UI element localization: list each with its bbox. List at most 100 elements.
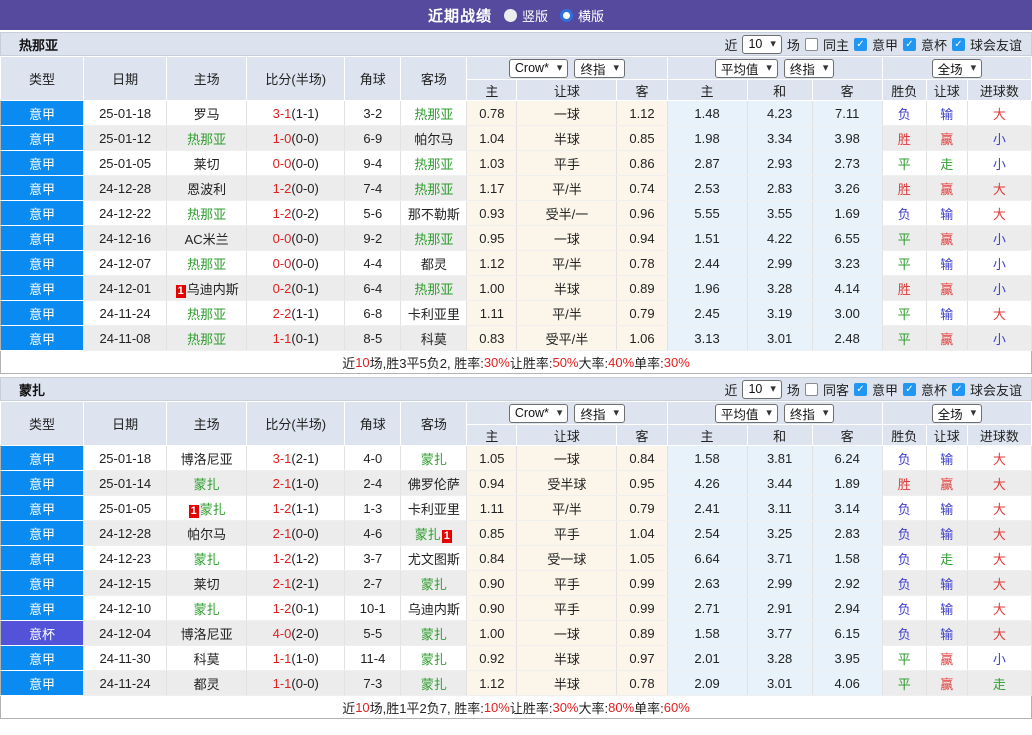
result-cell: 负 xyxy=(882,200,927,226)
halftime-score: (1-1) xyxy=(291,305,319,321)
final-odds-select[interactable]: 终指 ▾ xyxy=(783,58,835,78)
summary-text: 单率: xyxy=(634,700,664,716)
recent-label: 近 xyxy=(724,37,738,53)
away-team-cell: 蒙扎 1 xyxy=(400,520,468,546)
home-odds-cell: 1.17 xyxy=(466,175,518,201)
filter-checkbox-2[interactable]: ✓ xyxy=(951,382,965,396)
summary-text: 近 xyxy=(342,355,356,371)
away-odds-cell: 0.96 xyxy=(616,200,668,226)
type-cell: 意甲 xyxy=(0,645,85,671)
away-team-cell: 蒙扎 xyxy=(400,445,468,471)
same-venue-checkbox[interactable] xyxy=(804,382,818,396)
home-team-name: 热那亚 xyxy=(187,306,227,322)
fulltime-select[interactable]: 全场 ▾ xyxy=(931,403,983,423)
avg-home-cell: 2.01 xyxy=(667,645,748,671)
recent-count-select[interactable]: 10 ▾ xyxy=(742,34,782,54)
handicap-result-cell: 赢 xyxy=(926,175,968,201)
score-cell: 3-1(1-1) xyxy=(246,100,346,126)
goals-result-cell: 大 xyxy=(967,520,1032,546)
home-odds-cell: 0.84 xyxy=(466,545,518,571)
handicap-cell: 受半/一 xyxy=(516,200,618,226)
date-cell: 24-12-16 xyxy=(83,225,168,251)
avg-draw-cell: 3.55 xyxy=(747,200,813,226)
halftime-score: (0-1) xyxy=(291,280,319,296)
final-odds-select[interactable]: 终指 ▾ xyxy=(574,58,625,78)
filter-checkbox-0[interactable]: ✓ xyxy=(853,382,867,396)
home-team-cell: 蒙扎 xyxy=(166,595,248,621)
fulltime-select[interactable]: 全场 ▾ xyxy=(931,58,983,78)
result-cell: 负 xyxy=(882,545,927,571)
date-cell: 25-01-05 xyxy=(83,150,168,176)
home-team-cell: 帕尔马 xyxy=(166,520,248,546)
average-select[interactable]: 平均值 ▾ xyxy=(714,58,778,78)
handicap-cell: 平/半 xyxy=(516,300,618,326)
home-team-cell: 罗马 xyxy=(166,100,248,126)
radio-vertical-icon[interactable] xyxy=(503,8,517,22)
filter-checkbox-0[interactable]: ✓ xyxy=(853,37,867,51)
final-odds-select[interactable]: 终指 ▾ xyxy=(574,403,625,423)
avg-draw-cell: 2.93 xyxy=(747,150,813,176)
away-team-name: 卡利亚里 xyxy=(407,501,460,517)
final-odds-select[interactable]: 终指 ▾ xyxy=(783,403,835,423)
date-cell: 25-01-05 xyxy=(83,495,168,521)
score-cell: 1-0(0-0) xyxy=(246,125,346,151)
bookmaker-select[interactable]: Crow* ▾ xyxy=(508,58,569,78)
col-away: 客场 xyxy=(400,56,468,101)
result-cell: 负 xyxy=(882,495,927,521)
recent-count-select[interactable]: 10 ▾ xyxy=(742,379,782,399)
chevron-down-icon: ▾ xyxy=(770,382,776,395)
filter-checkbox-2[interactable]: ✓ xyxy=(951,37,965,51)
col-date: 日期 xyxy=(83,56,168,101)
filter-checkbox-1[interactable]: ✓ xyxy=(902,37,916,51)
handicap-cell: 一球 xyxy=(516,620,618,646)
fulltime-score: 0-0 xyxy=(272,255,292,271)
table-row: 意甲 24-12-10 蒙扎 1-2(0-1) 10-1 乌迪内斯 0.90 平手 0.99 2.… xyxy=(0,595,1032,621)
date-cell: 25-01-18 xyxy=(83,100,168,126)
filter-checkbox-1[interactable]: ✓ xyxy=(902,382,916,396)
score-cell: 4-0(2-0) xyxy=(246,620,346,646)
corners-cell: 8-5 xyxy=(344,325,402,351)
away-odds-cell: 0.86 xyxy=(616,150,668,176)
summary-stat-value: 30% xyxy=(663,354,690,370)
type-cell: 意甲 xyxy=(0,300,85,326)
summary-stat-value: 50% xyxy=(552,354,579,370)
score-cell: 1-2(0-2) xyxy=(246,200,346,226)
chevron-down-icon: ▾ xyxy=(822,61,829,74)
home-odds-cell: 1.00 xyxy=(466,275,518,301)
average-select[interactable]: 平均值 ▾ xyxy=(714,403,778,423)
score-cell: 1-2(1-2) xyxy=(246,545,346,571)
fulltime-score: 2-1 xyxy=(272,525,292,541)
home-odds-cell: 0.83 xyxy=(466,325,518,351)
layout-vertical-option[interactable]: 竖版 xyxy=(503,6,548,25)
handicap-result-cell: 赢 xyxy=(926,325,968,351)
table-row: 意甲 25-01-18 博洛尼亚 3-1(2-1) 4-0 蒙扎 1.05 一球 0.84 1.5… xyxy=(0,445,1032,471)
away-odds-cell: 1.12 xyxy=(616,100,668,126)
corners-cell: 5-5 xyxy=(344,620,402,646)
sub-handicap-result: 让球 xyxy=(925,424,968,446)
corners-cell: 7-3 xyxy=(344,670,402,696)
home-team-cell: 蒙扎 xyxy=(166,470,248,496)
away-odds-cell: 0.85 xyxy=(616,125,668,151)
radio-horizontal-icon[interactable] xyxy=(560,8,573,22)
away-team-name: 乌迪内斯 xyxy=(407,601,460,617)
same-venue-checkbox[interactable] xyxy=(804,37,818,51)
date-cell: 24-12-10 xyxy=(83,595,168,621)
halftime-score: (0-1) xyxy=(291,330,319,346)
corners-cell: 5-6 xyxy=(344,200,402,226)
table-row: 意甲 24-11-30 科莫 1-1(1-0) 11-4 蒙扎 0.92 半球 0.97 2.01… xyxy=(0,645,1032,671)
avg-home-cell: 2.54 xyxy=(667,520,748,546)
result-cell: 负 xyxy=(882,445,927,471)
away-odds-cell: 0.84 xyxy=(616,445,668,471)
layout-horizontal-option[interactable]: 横版 xyxy=(560,6,604,25)
fulltime-score: 1-1 xyxy=(272,650,292,666)
bookmaker-select[interactable]: Crow* ▾ xyxy=(508,403,569,423)
halftime-score: (0-1) xyxy=(291,600,319,616)
avg-away-cell: 3.00 xyxy=(812,300,883,326)
sub-avg-home: 主 xyxy=(666,79,748,101)
handicap-result-cell: 走 xyxy=(926,545,968,571)
avg-away-cell: 3.14 xyxy=(812,495,883,521)
avg-away-cell: 6.55 xyxy=(812,225,883,251)
away-odds-cell: 0.78 xyxy=(616,670,668,696)
result-cell: 胜 xyxy=(882,125,927,151)
type-cell: 意甲 xyxy=(0,150,85,176)
